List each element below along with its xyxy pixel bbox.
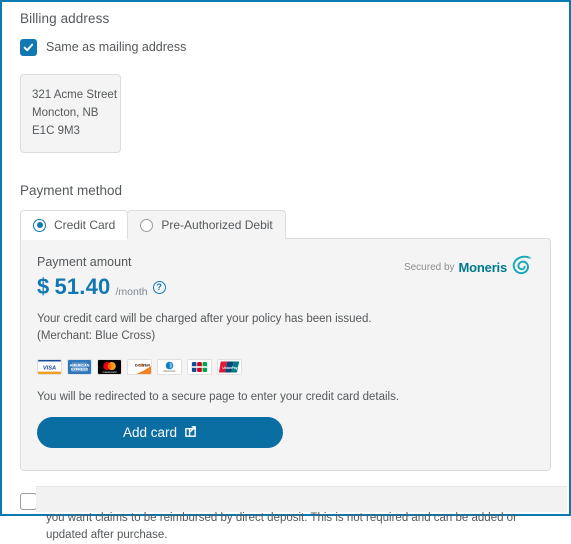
radio-credit-card-icon	[33, 218, 46, 232]
charge-note-line-1: Your credit card will be charged after y…	[37, 313, 372, 325]
unionpay-card-logo: UnionPay	[217, 359, 242, 375]
billing-address-heading: Billing address	[20, 11, 110, 26]
diners-club-card-logo: DinersClub	[157, 359, 182, 375]
jcb-card-logo	[187, 359, 212, 375]
address-line-1: 321 Acme Street	[32, 89, 118, 101]
svg-text:DinersClub: DinersClub	[164, 370, 176, 373]
credit-card-panel: Secured by Moneris Payment amount $ 51.4…	[20, 238, 551, 471]
tab-pre-authorized-debit-label: Pre-Authorized Debit	[161, 218, 273, 232]
charge-note-line-2: (Merchant: Blue Cross)	[37, 330, 156, 342]
direct-deposit-checkbox[interactable]	[20, 493, 37, 510]
secured-by-moneris: Secured by Moneris	[404, 255, 532, 280]
external-link-icon	[184, 425, 197, 441]
payment-method-tabs: Credit Card Pre-Authorized Debit	[20, 210, 551, 240]
accepted-cards-list: VISA AMERICAN EXPRESS mastercard DISC VE…	[37, 359, 534, 375]
help-icon[interactable]: ?	[152, 281, 166, 294]
same-as-mailing-label: Same as mailing address	[46, 40, 187, 54]
tab-credit-card-label: Credit Card	[54, 218, 116, 232]
payment-page: Billing address Same as mailing address …	[0, 0, 571, 541]
same-as-mailing-checkbox-row[interactable]: Same as mailing address	[20, 39, 551, 56]
charge-note: Your credit card will be charged after y…	[37, 311, 534, 345]
bottom-band	[36, 486, 567, 512]
billing-address-card: 321 Acme Street Moncton, NB E1C 9M3	[20, 74, 121, 153]
same-as-mailing-checkbox[interactable]	[20, 39, 37, 56]
amex-card-logo: AMERICAN EXPRESS	[67, 359, 92, 375]
svg-text:VISA: VISA	[43, 365, 56, 371]
payment-method-heading: Payment method	[20, 183, 123, 198]
address-line-3: E1C 9M3	[32, 125, 80, 137]
payment-amount-period: /month	[115, 285, 148, 298]
radio-pre-authorized-debit-icon	[140, 218, 154, 232]
moneris-swirl-logo-icon	[511, 255, 532, 280]
tab-pre-authorized-debit[interactable]: Pre-Authorized Debit	[127, 210, 286, 239]
svg-text:UnionPay: UnionPay	[222, 366, 237, 370]
tab-credit-card[interactable]: Credit Card	[20, 210, 129, 240]
discover-card-logo: DISC VER	[127, 359, 152, 375]
address-line-2: Moncton, NB	[32, 107, 99, 119]
add-card-button-label: Add card	[122, 425, 178, 440]
svg-text:EXPRESS: EXPRESS	[71, 368, 89, 372]
payment-amount-currency: $	[37, 274, 50, 299]
payment-amount-value: 51.40	[54, 274, 111, 299]
page-content: Billing address Same as mailing address …	[2, 2, 569, 541]
checkmark-icon	[23, 43, 34, 52]
mastercard-card-logo: mastercard	[97, 359, 122, 375]
visa-card-logo: VISA	[37, 359, 62, 375]
add-card-button[interactable]: Add card	[37, 417, 283, 448]
svg-text:mastercard: mastercard	[103, 370, 117, 374]
moneris-brand-label: Moneris	[458, 260, 508, 275]
svg-text:VER: VER	[142, 364, 150, 368]
redirect-note: You will be redirected to a secure page …	[37, 391, 400, 403]
secured-by-label: Secured by	[403, 262, 455, 273]
